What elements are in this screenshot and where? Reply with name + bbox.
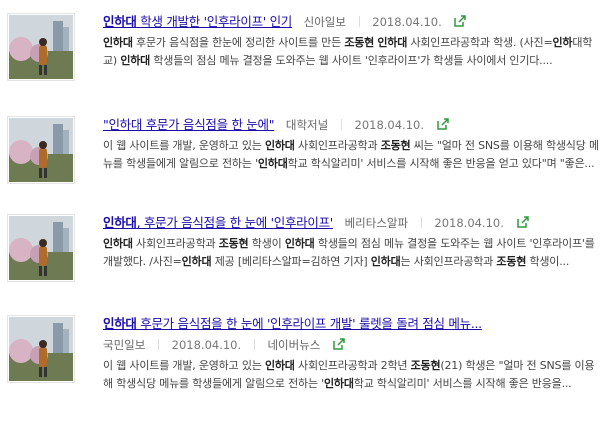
news-summary: 이 웹 사이트를 개발, 운영하고 있는 인하대 사회인프라공학과 2학년 조동… [103,357,603,393]
highlight-keyword: 인하대 [103,237,133,250]
news-title-link[interactable]: 인하대 후문가 음식점을 한 눈에 '인후라이프 개발' 룰렛을 돌려 점심 메… [103,316,482,331]
text-run: 사회인프라공학과 [132,237,219,250]
highlight-keyword: 인하대 [103,215,137,230]
text-run: 학교 학식알리미' 서비스를 시작해 좋은 반응을 얻고 있다"며 "좋은... [287,157,595,170]
news-summary: 이 웹 사이트를 개발, 운영하고 있는 인하대 사회인프라공학과 조동현 씨는… [103,137,603,173]
highlight-keyword: 조동현 [218,237,249,250]
news-thumbnail[interactable] [7,315,75,383]
divider [420,217,422,228]
highlight-keyword: 조동현 [380,139,411,152]
divider [253,339,255,350]
text-run: 사회인프라공학과 학생. (사진= [407,36,553,49]
press-name: 신아일보 [303,15,346,29]
highlight-keyword: 인하대 [324,377,354,390]
divider [358,16,360,27]
highlight-keyword: 인하대 [264,139,295,152]
share-icon[interactable] [436,117,450,131]
highlight-keyword: 조동현 [344,36,375,49]
divider [157,339,159,350]
highlight-keyword: 조동현 [410,359,441,372]
divider [340,119,342,130]
news-list: 인하대 학생 개발한 '인후라이프' 인기 신아일보 2018.04.10. 인… [0,0,610,425]
highlight-keyword: 인하대 [181,255,212,268]
thumbnail-image [9,15,73,79]
press-name: 대학저널 [285,118,329,132]
news-date: 2018.04.10. [354,118,425,132]
highlight-keyword: 인하대 [284,237,315,250]
highlight-keyword: 인하대 [264,359,295,372]
highlight-keyword: 조동현 [496,255,527,268]
title-line: "인하대 후문가 음식점을 한 눈에" 대학저널 2018.04.10. [103,116,603,134]
text-run: , 후문가 음식점을 한 눈에 '인후라이프' [136,215,334,230]
thumbnail-image [9,216,73,280]
press-name: 국민일보 [103,338,146,352]
title-line: 인하대 학생 개발한 '인후라이프' 인기 신아일보 2018.04.10. [103,13,603,31]
naver-news-link[interactable]: 네이버뉴스 [267,338,320,352]
news-summary: 인하대 사회인프라공학과 조동현 학생이 인하대 학생들의 점심 메뉴 결정을 … [103,235,603,271]
text-run: 학교 학식알리미' 서비스를 시작해 좋은 반응을... [353,377,572,390]
news-thumbnail[interactable] [7,116,75,184]
news-date: 2018.04.10. [434,216,504,230]
press-name: 베리타스알파 [344,216,409,230]
text-run: 후문가 음식점을 한눈에 정리한 사이트를 만든 [132,36,345,49]
title-line: 인하대 후문가 음식점을 한 눈에 '인후라이프 개발' 룰렛을 돌려 점심 메… [103,315,603,333]
highlight-keyword: 인하대 [257,157,288,170]
text-run: 학생이 [248,237,285,250]
highlight-keyword: 인하대 [120,54,151,67]
text-run: 이 웹 사이트를 개발, 운영하고 있는 [103,139,265,152]
highlight-keyword: 인하 [552,36,573,49]
share-icon[interactable] [516,215,530,229]
text-run: 제공 [베리타스알파=김하연 기자] [211,255,371,268]
news-title-link[interactable]: 인하대, 후문가 음식점을 한 눈에 '인후라이프' [103,215,333,230]
thumbnail-image [9,317,73,381]
news-title-link[interactable]: "인하대 후문가 음식점을 한 눈에" [103,117,275,132]
text-run: 사회인프라공학과 [294,139,381,152]
highlight-keyword: 인하대 [103,36,133,49]
news-thumbnail[interactable] [7,214,75,282]
share-icon[interactable] [332,337,346,351]
text-run: 이 웹 사이트를 개발, 운영하고 있는 [103,359,265,372]
text-run: 후문가 음식점을 한 눈에 '인후라이프 개발' 룰렛을 돌려 점심 메뉴... [136,316,482,331]
news-title-link[interactable]: 인하대 학생 개발한 '인후라이프' 인기 [103,14,292,29]
text-run: 사회인프라공학과 2학년 [294,359,411,372]
thumbnail-image [9,118,73,182]
news-summary: 인하대 후문가 음식점을 한눈에 정리한 사이트를 만든 조동현 인하대 사회인… [103,34,603,70]
news-thumbnail[interactable] [7,13,75,81]
text-run: "인하대 후문가 음식점을 한 눈에" [103,117,275,132]
highlight-keyword: 인하대 [103,316,137,331]
meta-line: 국민일보 2018.04.10. 네이버뉴스 [103,336,603,354]
highlight-keyword: 인하대 [103,14,137,29]
highlight-keyword: 인하대 [370,255,401,268]
highlight-keyword: 인하대 [377,36,408,49]
text-run: 학생이... [526,255,570,268]
text-run: 학생 개발한 '인후라이프' 인기 [136,14,292,29]
news-date: 2018.04.10. [171,338,242,352]
share-icon[interactable] [453,14,467,28]
text-run: 는 사회인프라공학과 [400,255,497,268]
text-run: 학생들의 점심 메뉴 결정을 도와주는 웹 사이트 '인후라이프'가 학생들 사… [150,54,553,67]
title-line: 인하대, 후문가 음식점을 한 눈에 '인후라이프' 베리타스알파 2018.0… [103,214,603,232]
news-date: 2018.04.10. [372,15,442,29]
